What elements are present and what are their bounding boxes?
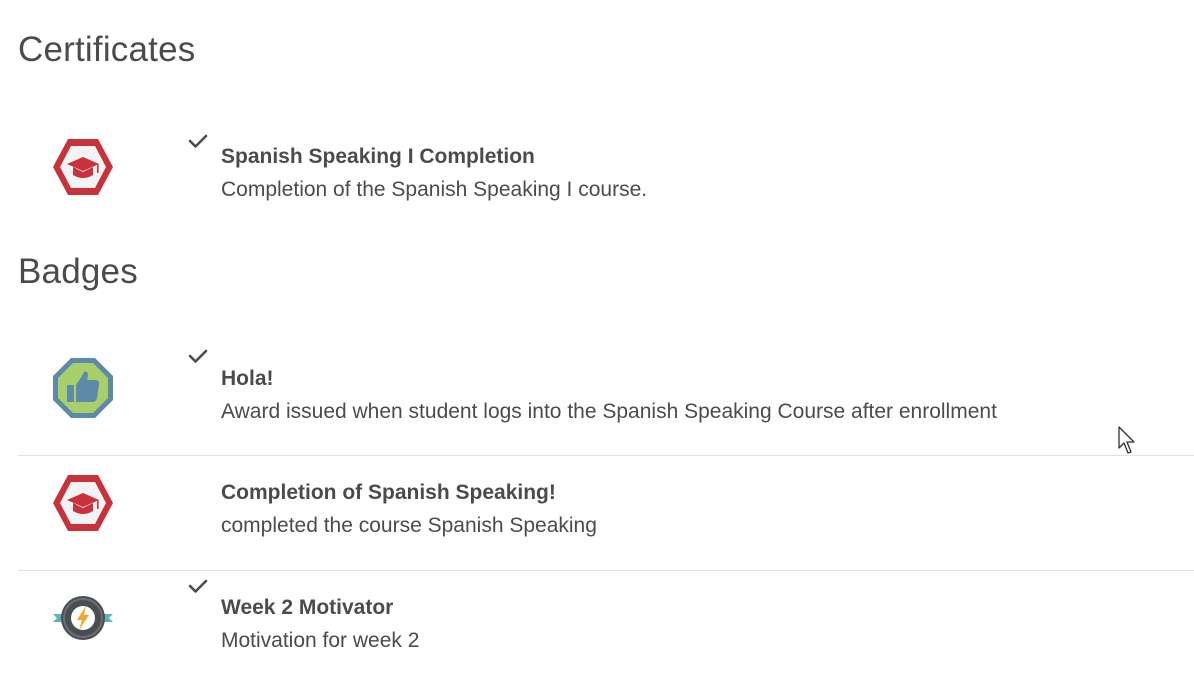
- award-description: Motivation for week 2: [221, 629, 420, 652]
- lightning-ribbon-badge-icon: [53, 596, 113, 640]
- graduation-cap-hexagon-icon: [53, 139, 113, 195]
- badge-item-hola[interactable]: Hola! Award issued when student logs int…: [18, 340, 1194, 456]
- check-icon: [188, 579, 208, 593]
- award-description: Completion of the Spanish Speaking I cou…: [221, 178, 648, 201]
- badges-heading: Badges: [18, 252, 138, 291]
- certificates-heading: Certificates: [18, 30, 196, 69]
- mouse-cursor-icon: [1118, 426, 1135, 454]
- award-description: Award issued when student logs into the …: [221, 400, 997, 423]
- award-name: Week 2 Motivator: [221, 596, 394, 619]
- badge-item-week-2-motivator[interactable]: Week 2 Motivator Motivation for week 2: [18, 570, 1194, 685]
- award-name: Hola!: [221, 367, 274, 390]
- check-icon: [188, 349, 208, 363]
- graduation-cap-hexagon-icon: [53, 475, 113, 531]
- award-name: Spanish Speaking I Completion: [221, 145, 535, 168]
- award-description: completed the course Spanish Speaking: [221, 514, 597, 537]
- badge-item-completion-of-spanish-speaking[interactable]: Completion of Spanish Speaking! complete…: [18, 455, 1194, 571]
- check-icon: [188, 134, 208, 148]
- thumbs-up-octagon-icon: [53, 358, 113, 418]
- award-name: Completion of Spanish Speaking!: [221, 481, 556, 504]
- certificate-item-spanish-speaking-i[interactable]: Spanish Speaking I Completion Completion…: [18, 125, 1194, 240]
